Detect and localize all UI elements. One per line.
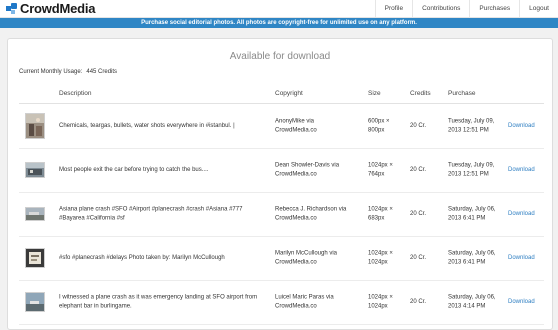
- row-credits: 20 Cr.: [410, 122, 427, 129]
- photo-thumbnail[interactable]: [25, 248, 45, 268]
- row-purchase-date: Saturday, July 06, 2013 4:14 PM: [448, 294, 496, 310]
- row-size: 600px × 800px: [368, 118, 390, 134]
- row-purchase-date: Tuesday, July 09, 2013 12:51 PM: [448, 118, 495, 134]
- page-title: Available for download: [229, 51, 331, 62]
- logo-icon: [6, 2, 18, 15]
- download-link[interactable]: Download: [508, 210, 535, 219]
- photo-thumbnail[interactable]: [25, 113, 45, 139]
- nav-purchases[interactable]: Purchases: [469, 0, 519, 17]
- column-header-copyright: Copyright: [275, 90, 303, 97]
- download-link[interactable]: Download: [508, 122, 535, 131]
- row-copyright: Luicel Maric Paras via CrowdMedia.co: [275, 294, 334, 310]
- column-header-description: Description: [59, 90, 92, 97]
- nav-profile[interactable]: Profile: [374, 0, 412, 17]
- download-link[interactable]: Download: [508, 166, 535, 175]
- row-credits: 20 Cr.: [410, 298, 427, 305]
- table-row: Most people exit the car before trying t…: [19, 148, 544, 193]
- column-header-size: Size: [368, 90, 381, 97]
- row-size: 1024px × 1024px: [368, 250, 393, 266]
- table-header: Description Copyright Size Credits Purch…: [19, 83, 544, 104]
- table-row: Asiana plane crash #SFO #Airport #planec…: [19, 192, 544, 237]
- row-size: 1024px × 683px: [368, 206, 393, 222]
- row-description: I witnessed a plane crash as it was emer…: [59, 294, 258, 310]
- row-copyright: Marilyn McCullough via CrowdMedia.co: [275, 250, 338, 266]
- logo-text: CrowdMedia: [20, 1, 96, 16]
- photo-thumbnail[interactable]: [25, 292, 45, 312]
- row-size: 1024px × 764px: [368, 162, 393, 178]
- column-header-credits: Credits: [410, 90, 431, 97]
- monthly-usage: Current Monthly Usage: 445 Credits: [19, 69, 117, 75]
- row-description: Chemicals, teargas, bullets, water shots…: [59, 122, 235, 129]
- download-link[interactable]: Download: [508, 254, 535, 263]
- nav-logout[interactable]: Logout: [519, 0, 558, 17]
- row-size: 1024px × 1024px: [368, 294, 393, 310]
- crowdmedia-logo[interactable]: CrowdMedia: [6, 1, 95, 16]
- row-purchase-date: Saturday, July 06, 2013 6:41 PM: [448, 206, 496, 222]
- row-credits: 20 Cr.: [410, 254, 427, 261]
- row-credits: 20 Cr.: [410, 166, 427, 173]
- row-copyright: AnonyMike via CrowdMedia.co: [275, 118, 317, 134]
- nav-contributions[interactable]: Contributions: [412, 0, 469, 17]
- row-description: Asiana plane crash #SFO #Airport #planec…: [59, 206, 243, 222]
- table-row: #sfo #planecrash #delays Photo taken by:…: [19, 236, 544, 281]
- main-nav: Profile Contributions Purchases Logout: [374, 0, 558, 17]
- column-header-purchase: Purchase: [448, 90, 476, 97]
- downloads-panel: Available for download Current Monthly U…: [7, 38, 553, 330]
- row-description: Most people exit the car before trying t…: [59, 166, 209, 173]
- row-copyright: Dean Showler-Davis via CrowdMedia.co: [275, 162, 340, 178]
- download-link[interactable]: Download: [508, 298, 535, 307]
- photo-thumbnail[interactable]: [25, 207, 45, 221]
- table-row: Chemicals, teargas, bullets, water shots…: [19, 104, 544, 149]
- row-purchase-date: Saturday, July 06, 2013 6:41 PM: [448, 250, 496, 266]
- photo-thumbnail[interactable]: [25, 162, 45, 178]
- row-purchase-date: Tuesday, July 09, 2013 12:51 PM: [448, 162, 495, 178]
- table-row: I witnessed a plane crash as it was emer…: [19, 280, 544, 325]
- info-banner: Purchase social editorial photos. All ph…: [0, 18, 558, 28]
- row-credits: 20 Cr.: [410, 210, 427, 217]
- usage-value: 445 Credits: [86, 69, 118, 75]
- usage-label: Current Monthly Usage:: [19, 69, 83, 75]
- row-description: #sfo #planecrash #delays Photo taken by:…: [59, 254, 225, 261]
- row-copyright: Rebecca J. Richardson via CrowdMedia.co: [275, 206, 347, 222]
- top-navbar: CrowdMedia Profile Contributions Purchas…: [0, 0, 558, 18]
